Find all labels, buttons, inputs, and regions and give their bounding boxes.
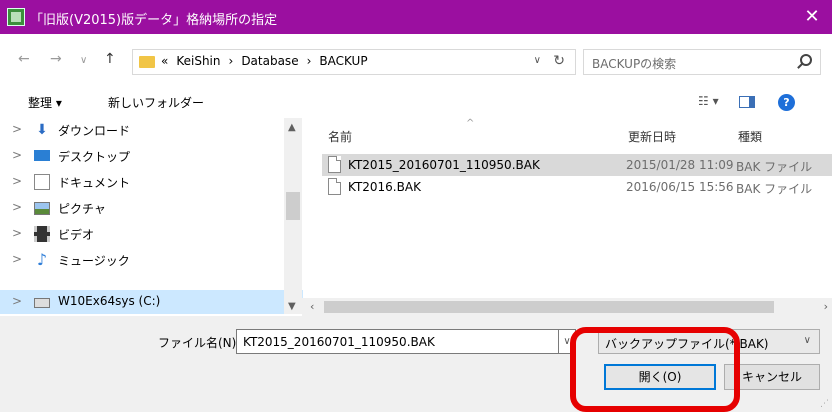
- open-button[interactable]: 開く(O): [604, 364, 716, 390]
- file-modified: 2015/01/28 11:09: [626, 158, 734, 172]
- column-header-type[interactable]: 種類: [738, 128, 762, 145]
- video-icon: [34, 226, 50, 242]
- file-row[interactable]: KT2015_20160701_110950.BAK 2015/01/28 11…: [322, 154, 832, 176]
- tree-item-downloads[interactable]: > ⬇ ダウンロード: [0, 118, 303, 142]
- expand-chevron-icon[interactable]: >: [12, 122, 22, 136]
- resize-grip-icon[interactable]: ⋰: [820, 399, 829, 409]
- tree-item-label: デスクトップ: [58, 150, 131, 164]
- tree-item-pictures[interactable]: > ピクチャ: [0, 196, 303, 220]
- view-options-icon[interactable]: ☷ ▾: [698, 94, 719, 108]
- recent-locations-icon[interactable]: ∨: [80, 55, 87, 66]
- expand-chevron-icon[interactable]: >: [12, 200, 22, 214]
- search-input[interactable]: BACKUPの検索: [592, 55, 676, 72]
- file-name: KT2015_20160701_110950.BAK: [348, 158, 540, 172]
- organize-button[interactable]: 整理 ▾: [28, 94, 62, 111]
- close-icon[interactable]: ✕: [792, 0, 832, 34]
- scroll-up-icon[interactable]: ▲: [288, 122, 296, 133]
- breadcrumb-separator[interactable]: ›: [307, 54, 312, 68]
- scroll-down-icon[interactable]: ▼: [288, 301, 296, 312]
- file-list-horizontal-scrollbar[interactable]: ‹ ›: [302, 298, 832, 316]
- breadcrumb-database[interactable]: Database: [241, 54, 298, 68]
- document-icon: [34, 174, 50, 190]
- back-arrow-icon[interactable]: ←: [18, 51, 30, 67]
- file-list: ^ 名前 更新日時 種類 KT2015_20160701_110950.BAK …: [308, 118, 832, 314]
- app-icon: [7, 8, 25, 26]
- download-icon: ⬇: [36, 122, 48, 138]
- file-modified: 2016/06/15 15:56: [626, 180, 734, 194]
- address-dropdown-icon[interactable]: ∨: [534, 55, 541, 66]
- breadcrumb: « KeiShin › Database › BACKUP: [161, 54, 376, 68]
- file-name: KT2016.BAK: [348, 180, 421, 194]
- file-type: BAK ファイル: [736, 182, 813, 196]
- tree-item-label: W10Ex64sys (C:): [58, 294, 161, 308]
- column-header-modified[interactable]: 更新日時: [628, 128, 676, 145]
- expand-chevron-icon[interactable]: >: [12, 294, 22, 308]
- folder-icon: [139, 56, 155, 68]
- expand-chevron-icon[interactable]: >: [12, 252, 22, 266]
- tree-item-label: ダウンロード: [58, 124, 131, 138]
- scroll-left-icon[interactable]: ‹: [310, 300, 314, 313]
- tree-item-videos[interactable]: > ビデオ: [0, 222, 303, 246]
- filename-label: ファイル名(N):: [158, 336, 241, 350]
- file-icon: [328, 178, 341, 195]
- help-icon[interactable]: ?: [778, 94, 795, 111]
- preview-pane-icon[interactable]: [739, 96, 755, 108]
- tree-vertical-scrollbar[interactable]: ▲ ▼: [284, 118, 302, 314]
- chevron-down-icon[interactable]: ∨: [558, 329, 576, 354]
- breadcrumb-separator[interactable]: ›: [229, 54, 234, 68]
- column-header-name[interactable]: 名前: [328, 128, 352, 145]
- command-bar: 整理 ▾ 新しいフォルダー ☷ ▾ ?: [0, 86, 832, 118]
- music-icon: ♪: [36, 250, 48, 269]
- tree-item-label: ピクチャ: [58, 202, 106, 216]
- tree-item-label: ドキュメント: [58, 176, 131, 190]
- expand-chevron-icon[interactable]: >: [12, 226, 22, 240]
- drive-icon: [34, 298, 50, 308]
- tree-item-drive-c[interactable]: > W10Ex64sys (C:): [0, 290, 303, 314]
- navigation-pane: > ⬇ ダウンロード > デスクトップ > ドキュメント > ピクチャ > ビデ…: [0, 118, 303, 314]
- cancel-button[interactable]: キャンセル: [724, 364, 820, 390]
- sort-ascending-icon: ^: [466, 118, 475, 129]
- new-folder-button[interactable]: 新しいフォルダー: [108, 94, 204, 111]
- filename-input[interactable]: KT2015_20160701_110950.BAK ∨: [236, 329, 576, 354]
- file-row[interactable]: KT2016.BAK 2016/06/15 15:56 BAK ファイル: [322, 176, 832, 198]
- breadcrumb-keishin[interactable]: KeiShin: [176, 54, 220, 68]
- search-box[interactable]: BACKUPの検索: [583, 49, 821, 75]
- desktop-icon: [34, 150, 50, 161]
- breadcrumb-backup[interactable]: BACKUP: [319, 54, 367, 68]
- up-arrow-icon[interactable]: ↑: [104, 51, 116, 67]
- scrollbar-thumb[interactable]: [286, 192, 300, 220]
- scroll-right-icon[interactable]: ›: [824, 300, 828, 313]
- chevron-down-icon[interactable]: ∨: [804, 335, 811, 346]
- window-title: 「旧版(V2015)版データ」格納場所の指定: [30, 13, 278, 28]
- dialog-footer: ファイル名(N): KT2015_20160701_110950.BAK ∨ バ…: [0, 316, 832, 412]
- tree-item-documents[interactable]: > ドキュメント: [0, 170, 303, 194]
- refresh-icon[interactable]: ↻: [553, 53, 565, 69]
- expand-chevron-icon[interactable]: >: [12, 174, 22, 188]
- expand-chevron-icon[interactable]: >: [12, 148, 22, 162]
- filename-value: KT2015_20160701_110950.BAK: [243, 335, 435, 349]
- breadcrumb-overflow[interactable]: «: [161, 54, 168, 68]
- picture-icon: [34, 202, 50, 215]
- tree-item-label: ミュージック: [58, 254, 130, 268]
- forward-arrow-icon[interactable]: →: [50, 51, 62, 67]
- file-icon: [328, 156, 341, 173]
- filetype-select[interactable]: バックアップファイル(*.BAK) ∨: [598, 329, 820, 354]
- title-bar: 「旧版(V2015)版データ」格納場所の指定 ✕: [0, 0, 832, 34]
- tree-item-desktop[interactable]: > デスクトップ: [0, 144, 303, 168]
- filetype-value: バックアップファイル(*.BAK): [605, 337, 769, 351]
- tree-item-label: ビデオ: [58, 228, 95, 242]
- address-bar[interactable]: « KeiShin › Database › BACKUP ∨ ↻: [132, 49, 576, 75]
- file-type: BAK ファイル: [736, 160, 813, 174]
- scrollbar-thumb[interactable]: [324, 301, 774, 313]
- search-icon[interactable]: [800, 54, 812, 66]
- tree-item-music[interactable]: > ♪ ミュージック: [0, 248, 303, 272]
